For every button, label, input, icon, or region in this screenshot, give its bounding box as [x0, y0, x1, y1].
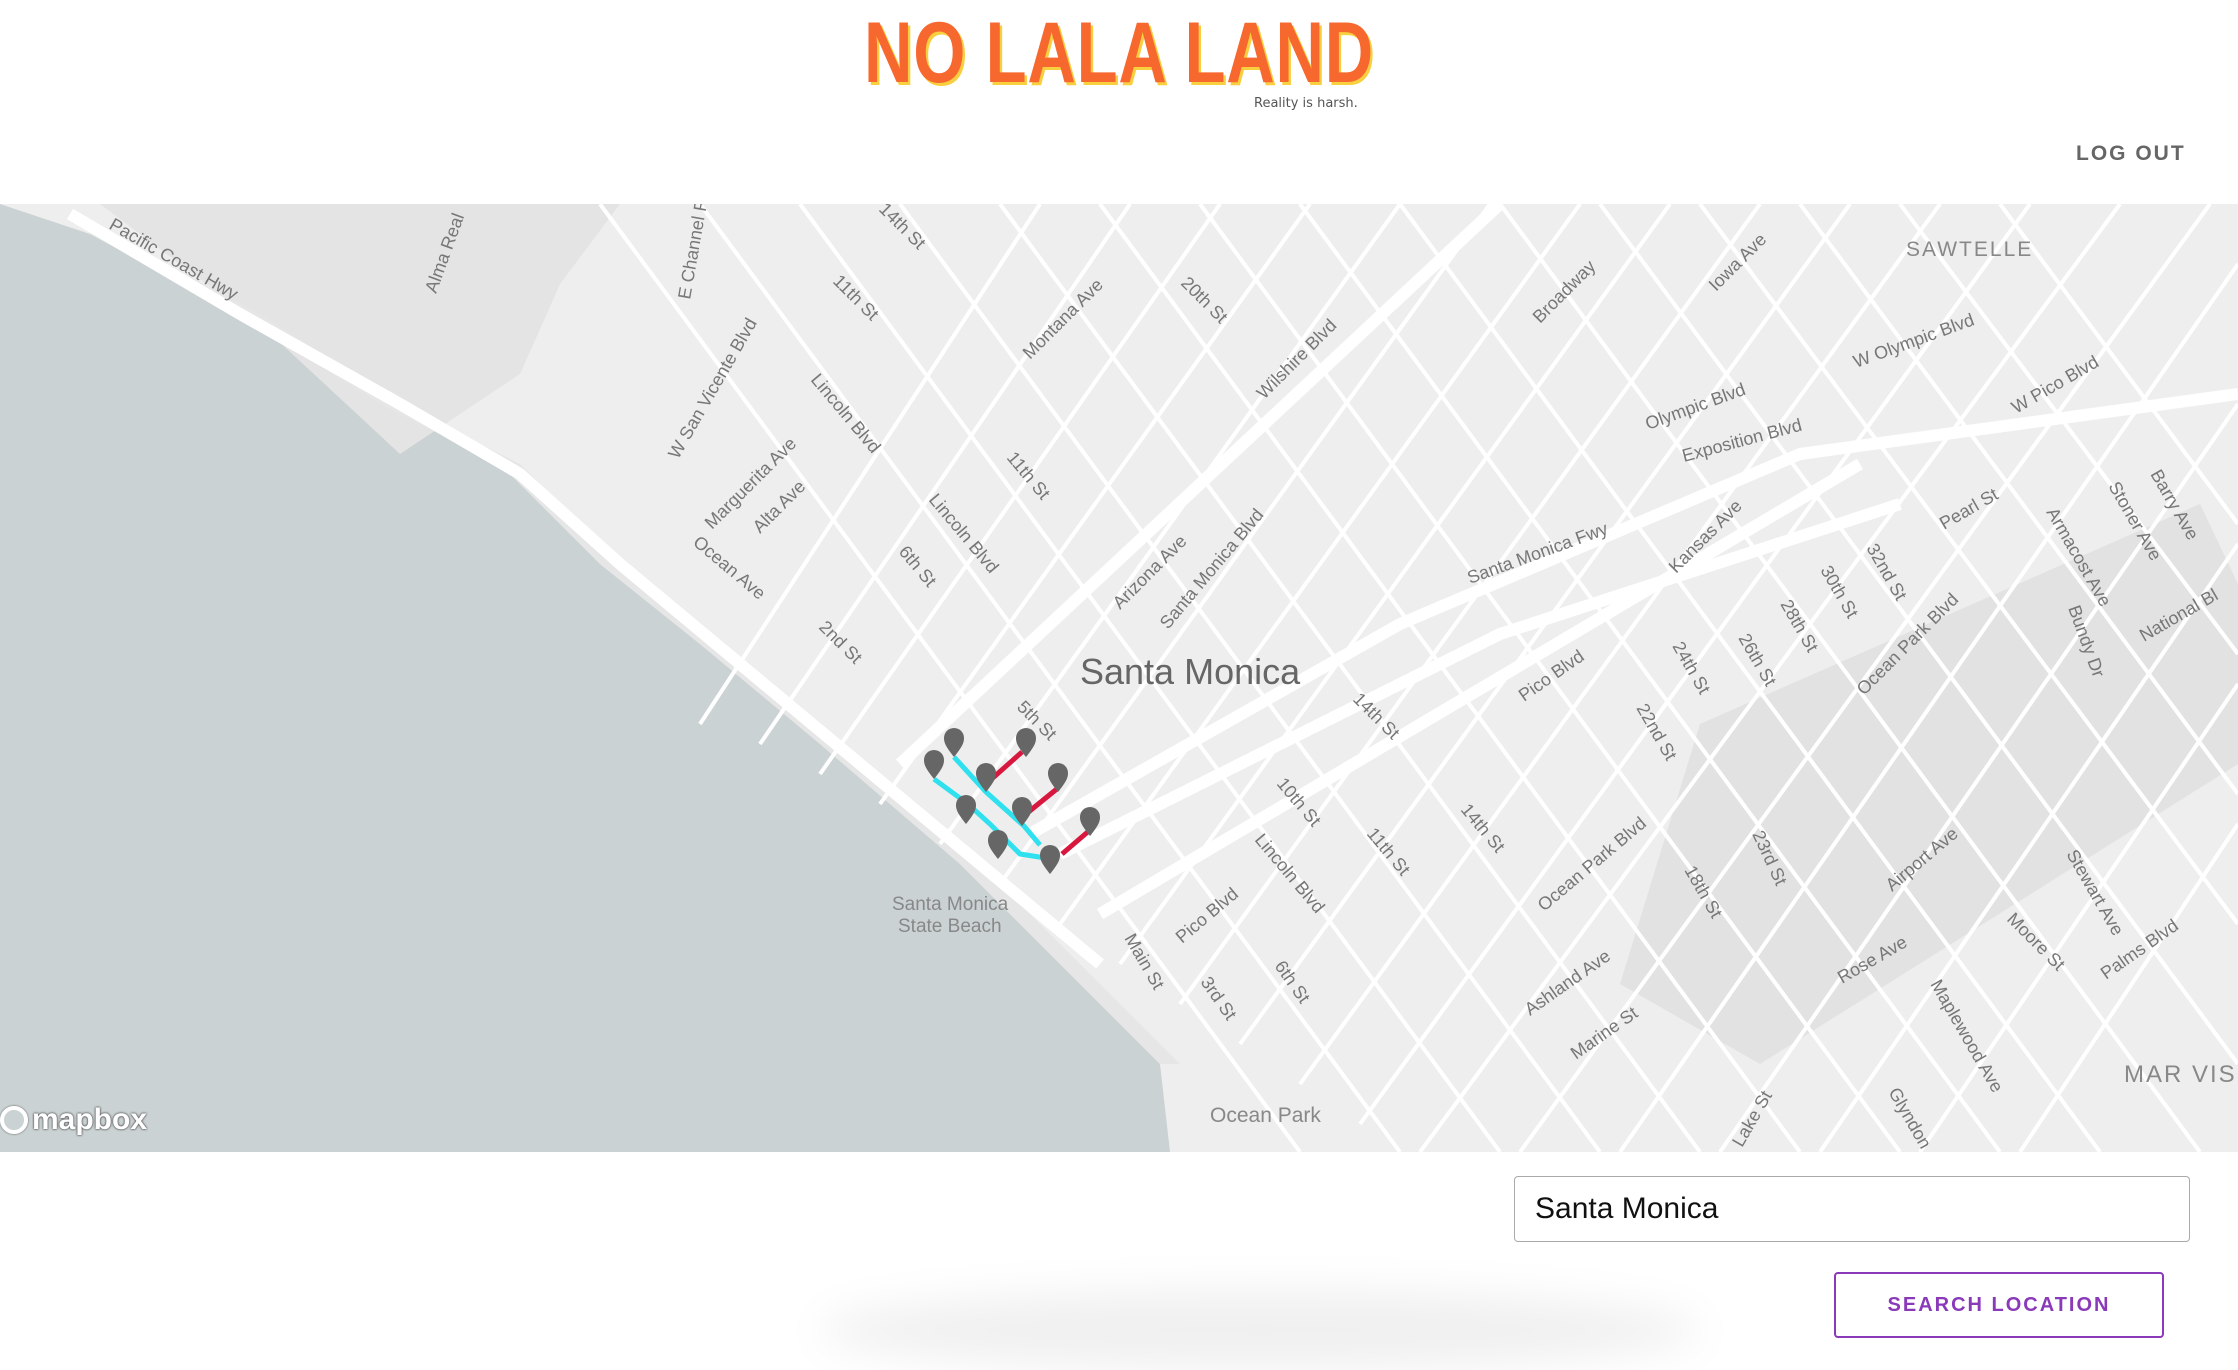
place-label-beach-2: State Beach — [898, 916, 1002, 937]
map[interactable]: Santa Monica SAWTELLE MAR VIS Santa Moni… — [0, 204, 2238, 1152]
mapbox-logo-icon — [0, 1106, 28, 1134]
street-label: Olympic Blvd — [1643, 379, 1749, 434]
street-label: 11th St — [1363, 824, 1414, 880]
street-label: Ashland Ave — [1521, 946, 1614, 1020]
place-label-ocean-park: Ocean Park — [1210, 1104, 1321, 1127]
logout-button[interactable]: LOG OUT — [2076, 142, 2186, 166]
street-label: 3rd St — [1197, 973, 1241, 1024]
map-marker — [1048, 763, 1068, 792]
street-label: Ocean Ave — [689, 532, 769, 604]
street-label: Lincoln Blvd — [807, 370, 885, 457]
decorative-shadow — [820, 1290, 1700, 1370]
street-label: 28th St — [1777, 596, 1823, 655]
street-label: 30th St — [1817, 562, 1863, 621]
map-marker — [988, 830, 1008, 859]
street-label: 14th St — [875, 204, 929, 253]
tagline: Reality is harsh. — [1254, 96, 1358, 111]
street-label: 6th St — [1271, 957, 1314, 1007]
street-label: Lake St — [1728, 1087, 1776, 1150]
street-label: 6th St — [895, 542, 941, 591]
street-label: Pearl St — [1936, 484, 2001, 533]
street-label: E Channel R — [674, 204, 711, 301]
place-label-sawtelle: SAWTELLE — [1906, 238, 2033, 261]
search-input[interactable] — [1514, 1176, 2190, 1242]
map-marker — [1012, 797, 1032, 826]
header: NO LALA LAND Reality is harsh. LOG OUT — [0, 0, 2238, 204]
street-label: Marguerita Ave — [701, 433, 801, 533]
city-label: Santa Monica — [1080, 651, 1301, 692]
street-label: Maplewood Ave — [1927, 976, 2008, 1096]
place-label-beach-1: Santa Monica — [892, 894, 1009, 915]
map-marker — [1040, 845, 1060, 874]
street-label: Pico Blvd — [1515, 646, 1588, 705]
street-label: W San Vicente Blvd — [664, 315, 761, 462]
mapbox-attribution[interactable]: mapbox — [0, 1100, 147, 1140]
map-marker — [924, 750, 944, 779]
map-canvas[interactable]: Santa Monica SAWTELLE MAR VIS Santa Moni… — [0, 204, 2238, 1152]
place-label-mar-vista: MAR VIS — [2124, 1061, 2237, 1088]
street-label: Moore St — [2003, 909, 2069, 975]
street-label: 11th St — [1003, 448, 1054, 504]
map-marker — [944, 728, 964, 757]
mapbox-attribution-text: mapbox — [32, 1103, 148, 1136]
search-location-button[interactable]: SEARCH LOCATION — [1834, 1272, 2164, 1338]
street-label: 26th St — [1735, 630, 1781, 689]
street-label: Lincoln Blvd — [1251, 830, 1329, 917]
street-label: 32nd St — [1863, 540, 1911, 604]
logo: NO LALA LAND — [864, 5, 1374, 101]
